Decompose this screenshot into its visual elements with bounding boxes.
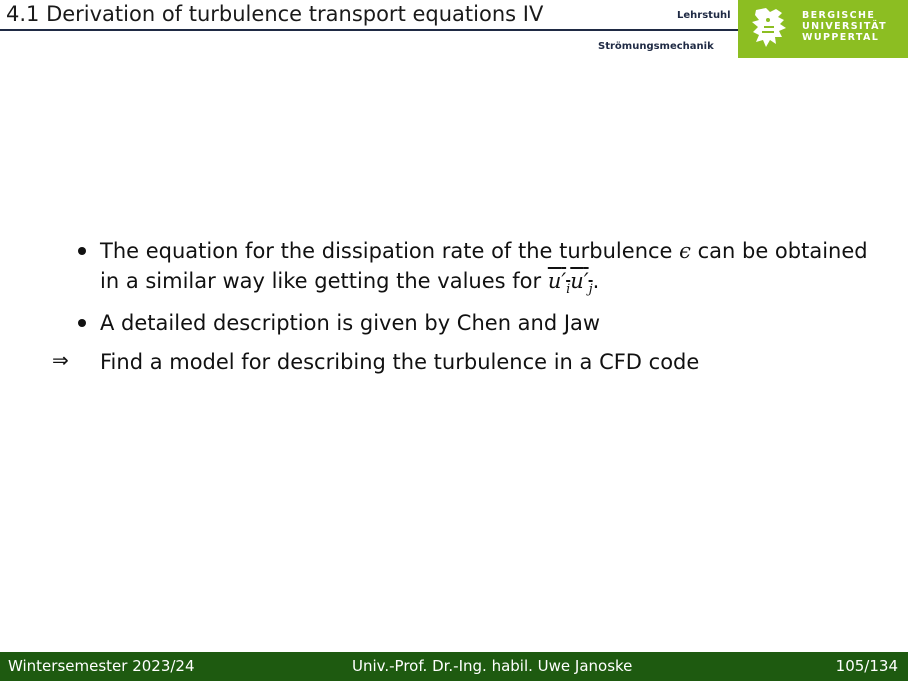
- logo-text: BERGISCHE UNIVERSITÄT WUPPERTAL: [802, 10, 887, 43]
- bullet-1-period: .: [592, 269, 600, 293]
- slide-title: 4.1 Derivation of turbulence transport e…: [6, 2, 544, 26]
- footer-bar: Wintersemester 2023/24 Univ.-Prof. Dr.-I…: [0, 652, 908, 681]
- bullet-1-text-b: can be obtained: [697, 239, 868, 263]
- bullet-dot-1: [78, 247, 86, 255]
- chair-label-line1: Lehrstuhl: [677, 10, 731, 21]
- velocity-correlation-math: u′iu′j: [547, 269, 593, 298]
- footer-page-number: 105/134: [835, 657, 898, 675]
- bullet-1-text-a: The equation for the dissipation rate of…: [100, 239, 673, 263]
- conclusion-text: Find a model for describing the turbulen…: [100, 350, 700, 374]
- bullet-item-1-line2: in a similar way like getting the values…: [100, 266, 599, 305]
- bullet-1-text-c: in a similar way like getting the values…: [100, 269, 542, 293]
- title-rule: [0, 29, 738, 31]
- logo-line-2: UNIVERSITÄT: [802, 21, 887, 32]
- bullet-item-2: A detailed description is given by Chen …: [100, 311, 601, 335]
- bullet-dot-2: [78, 319, 86, 327]
- university-logo: BERGISCHE UNIVERSITÄT WUPPERTAL: [738, 0, 908, 58]
- bullet-item-1-line1: The equation for the dissipation rate of…: [100, 236, 868, 266]
- logo-line-3: WUPPERTAL: [802, 32, 880, 43]
- footer-author: Univ.-Prof. Dr.-Ing. habil. Uwe Janoske: [352, 657, 633, 675]
- chair-label-line2: Strömungsmechanik: [598, 41, 714, 52]
- lion-emblem-icon: [752, 8, 786, 47]
- implication-arrow-icon: ⇒: [52, 348, 69, 372]
- logo-line-1: BERGISCHE: [802, 10, 876, 21]
- footer-term: Wintersemester 2023/24: [8, 657, 195, 675]
- epsilon-symbol: ϵ: [679, 239, 691, 263]
